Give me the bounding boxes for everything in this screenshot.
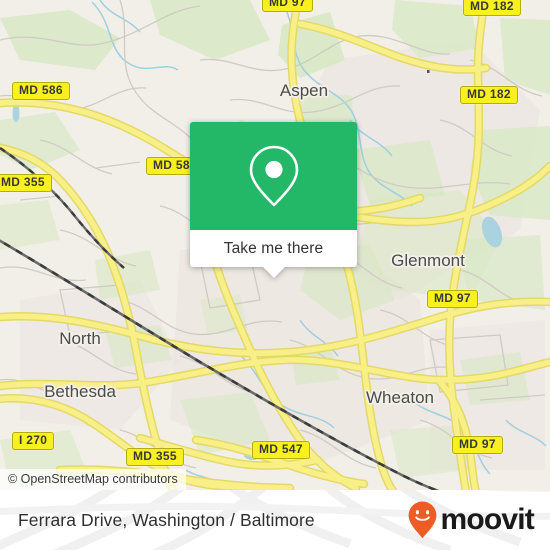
road-shield-md-97-north[interactable]: MD 97 (262, 0, 313, 12)
popup-pin-panel (190, 122, 357, 230)
road-shield-i-270[interactable]: I 270 (12, 432, 55, 450)
location-popup-card[interactable]: Take me there (190, 122, 357, 278)
road-shield-md-97-mid[interactable]: MD 97 (427, 290, 478, 308)
map-attribution[interactable]: © OpenStreetMap contributors (0, 469, 186, 490)
popup-tail-pointer (262, 267, 285, 278)
moovit-smiley-pin-icon (409, 501, 437, 539)
road-shield-md-355-west[interactable]: MD 355 (0, 174, 52, 192)
screenshot-root: Aspen Hill Glenmont North Bethesda Wheat… (0, 0, 550, 550)
road-shield-md-355-south[interactable]: MD 355 (126, 448, 184, 466)
road-shield-md-182-north[interactable]: MD 182 (463, 0, 521, 16)
map-canvas[interactable]: Aspen Hill Glenmont North Bethesda Wheat… (0, 0, 550, 490)
map-poi-dot (427, 70, 430, 73)
footer-location-title: Ferrara Drive, Washington / Baltimore (18, 509, 315, 530)
road-shield-md-182-east[interactable]: MD 182 (460, 86, 518, 104)
road-shield-md-547[interactable]: MD 547 (252, 441, 310, 459)
map-pin-icon (249, 145, 298, 207)
road-shield-md-97-south[interactable]: MD 97 (452, 436, 503, 454)
popup-action-panel[interactable]: Take me there (190, 230, 357, 278)
take-me-there-label: Take me there (223, 239, 324, 257)
moovit-wordmark: moovit (440, 503, 534, 536)
road-shield-md-586-west[interactable]: MD 586 (12, 82, 70, 100)
moovit-logo[interactable]: moovit (407, 490, 535, 550)
footer-bar: Ferrara Drive, Washington / Baltimore mo… (0, 490, 550, 550)
